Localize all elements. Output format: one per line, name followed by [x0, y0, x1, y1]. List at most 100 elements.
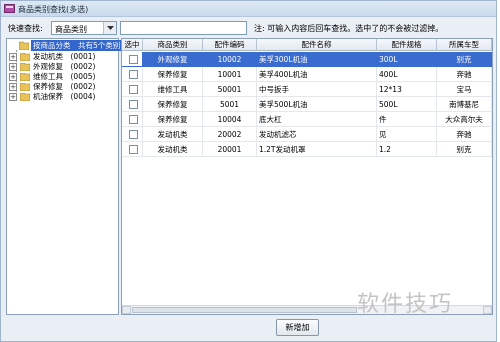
model-cell: 宝马 [437, 82, 492, 97]
table-row[interactable]: 保养修复 5001 美孚500L机油 500L 南博基尼 [122, 97, 492, 112]
select-cell[interactable] [122, 82, 143, 97]
folder-icon [20, 73, 30, 81]
code-cell: 50001 [203, 82, 257, 97]
search-input[interactable] [120, 21, 247, 35]
row-checkbox[interactable] [129, 130, 138, 139]
window-title: 商品类别查找(多选) [18, 5, 89, 14]
folder-icon [20, 93, 30, 101]
row-checkbox[interactable] [129, 70, 138, 79]
expand-icon[interactable]: + [9, 53, 17, 61]
table-row[interactable]: 发动机类 20002 发动机滤芯 见 奔驰 [122, 127, 492, 142]
tree-item[interactable]: + 保养修复 (0002) [7, 82, 118, 92]
spec-cell: 见 [377, 127, 437, 142]
row-checkbox[interactable] [129, 115, 138, 124]
category-cell: 发动机类 [143, 142, 203, 157]
tree-item[interactable]: + 外观修复 (0002) [7, 62, 118, 72]
tree-item[interactable]: + 机油保养 (0004) [7, 92, 118, 102]
tree-item-label: 维修工具 (0005) [33, 72, 96, 81]
spec-cell: 500L [377, 97, 437, 112]
model-cell: 南博基尼 [437, 97, 492, 112]
scroll-left-arrow[interactable] [122, 306, 131, 314]
category-cell: 保养修复 [143, 112, 203, 127]
name-cell: 底大杠 [257, 112, 377, 127]
col-header-spec[interactable]: 配件规格 [377, 39, 437, 51]
row-checkbox[interactable] [129, 100, 138, 109]
select-cell[interactable] [122, 127, 143, 142]
category-cell: 保养修复 [143, 67, 203, 82]
col-header-category[interactable]: 商品类别 [143, 39, 203, 51]
category-cell: 外观修复 [143, 52, 203, 67]
col-header-name[interactable]: 配件名称 [257, 39, 377, 51]
watermark: 软件技巧 [357, 292, 454, 317]
spec-cell: 12*13 [377, 82, 437, 97]
table-row[interactable]: 保养修复 10004 底大杠 件 大众高尔夫 [122, 112, 492, 127]
name-cell: 美孚400L机油 [257, 67, 377, 82]
scroll-right-arrow[interactable] [483, 306, 492, 314]
expand-icon[interactable]: + [9, 83, 17, 91]
category-tree[interactable]: 按商品分类 共有5个类别 + 发动机类 (0001) + 外观修复 (0002)… [6, 38, 123, 315]
name-cell: 美孚300L机油 [257, 52, 377, 67]
spec-cell: 1.2 [377, 142, 437, 157]
model-cell: 奔驰 [437, 127, 492, 142]
quick-search-label: 快速查找: [8, 24, 43, 33]
table-row[interactable]: 发动机类 20001 1.2T发动机罩 1.2 别克 [122, 142, 492, 157]
select-cell[interactable] [122, 112, 143, 127]
title-bar: 商品类别查找(多选) [1, 1, 496, 17]
add-new-button[interactable]: 新增加 [276, 319, 319, 336]
scroll-thumb[interactable] [132, 307, 357, 313]
spec-cell: 400L [377, 67, 437, 82]
search-field-select[interactable]: 商品类别 [51, 21, 117, 35]
select-cell[interactable] [122, 67, 143, 82]
tree-root[interactable]: 按商品分类 共有5个类别 [7, 40, 123, 51]
code-cell: 20002 [203, 127, 257, 142]
grid-header: 选中 商品类别 配件编码 配件名称 配件规格 所属车型 [122, 39, 492, 51]
model-cell: 大众高尔夫 [437, 112, 492, 127]
select-cell[interactable] [122, 142, 143, 157]
name-cell: 美孚500L机油 [257, 97, 377, 112]
expand-icon[interactable]: + [9, 63, 17, 71]
spec-cell: 300L [377, 52, 437, 67]
table-row[interactable]: 外观修复 10002 美孚300L机油 300L 别克 [122, 52, 492, 67]
model-cell: 别克 [437, 142, 492, 157]
col-header-selected[interactable]: 选中 [122, 39, 143, 51]
row-checkbox[interactable] [129, 55, 138, 64]
row-checkbox[interactable] [129, 85, 138, 94]
tree-item[interactable]: + 发动机类 (0001) [7, 52, 118, 62]
name-cell: 1.2T发动机罩 [257, 142, 377, 157]
tree-item-label: 发动机类 (0001) [33, 52, 96, 61]
chevron-down-icon[interactable] [103, 22, 116, 34]
code-cell: 10001 [203, 67, 257, 82]
code-cell: 5001 [203, 97, 257, 112]
tree-item-label: 保养修复 (0002) [33, 82, 96, 91]
folder-icon [20, 53, 30, 61]
select-cell[interactable] [122, 52, 143, 67]
model-cell: 奔驰 [437, 67, 492, 82]
tree-item-label: 机油保养 (0004) [33, 92, 96, 101]
folder-open-icon [19, 41, 29, 50]
select-cell[interactable] [122, 97, 143, 112]
folder-icon [20, 83, 30, 91]
table-row[interactable]: 维修工具 50001 中号扳手 12*13 宝马 [122, 82, 492, 97]
code-cell: 20001 [203, 142, 257, 157]
name-cell: 发动机滤芯 [257, 127, 377, 142]
col-header-code[interactable]: 配件编码 [203, 39, 257, 51]
code-cell: 10004 [203, 112, 257, 127]
tree-root-label: 按商品分类 共有5个类别 [31, 40, 123, 51]
code-cell: 10002 [203, 52, 257, 67]
name-cell: 中号扳手 [257, 82, 377, 97]
category-cell: 发动机类 [143, 127, 203, 142]
expand-icon[interactable]: + [9, 93, 17, 101]
folder-icon [20, 63, 30, 71]
search-field-value: 商品类别 [55, 25, 87, 34]
category-cell: 保养修复 [143, 97, 203, 112]
tree-item[interactable]: + 维修工具 (0005) [7, 72, 118, 82]
row-checkbox[interactable] [129, 145, 138, 154]
model-cell: 别克 [437, 52, 492, 67]
app-icon [4, 4, 15, 13]
table-row[interactable]: 保养修复 10001 美孚400L机油 400L 奔驰 [122, 67, 492, 82]
parts-grid[interactable]: 选中 商品类别 配件编码 配件名称 配件规格 所属车型 外观修复 10002 美… [121, 38, 493, 315]
spec-cell: 件 [377, 112, 437, 127]
expand-icon[interactable]: + [9, 73, 17, 81]
col-header-model[interactable]: 所属车型 [437, 39, 492, 51]
search-hint: 注: 可输入内容后回车查找。选中了的不会被过滤掉。 [254, 24, 444, 33]
